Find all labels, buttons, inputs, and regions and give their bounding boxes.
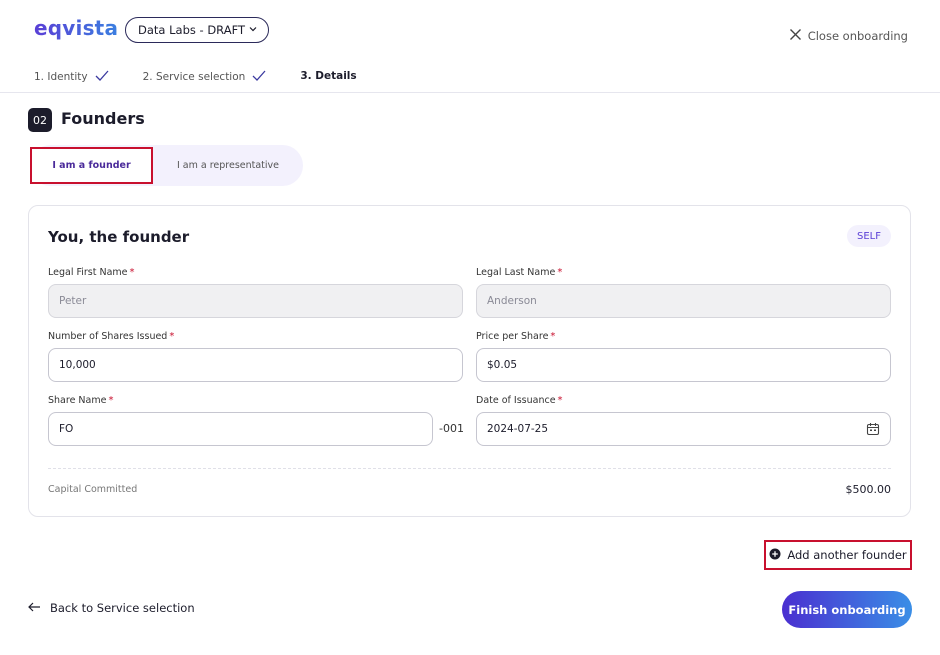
chevron-down-icon bbox=[248, 23, 258, 37]
capital-committed-value: $500.00 bbox=[845, 483, 892, 496]
section-number-badge: 02 bbox=[28, 108, 52, 132]
back-button[interactable]: Back to Service selection bbox=[28, 601, 195, 615]
share-name-label: Share Name * bbox=[48, 395, 114, 406]
share-name-value: FO bbox=[59, 423, 74, 435]
shares-field[interactable]: 10,000 bbox=[48, 348, 463, 382]
step-details[interactable]: 3. Details bbox=[294, 66, 363, 93]
share-name-suffix: -001 bbox=[439, 422, 464, 435]
last-name-field[interactable]: Anderson bbox=[476, 284, 891, 318]
step-identity[interactable]: 1. Identity bbox=[34, 66, 109, 93]
first-name-label: Legal First Name * bbox=[48, 267, 135, 278]
representative-option[interactable]: I am a representative bbox=[153, 145, 303, 186]
step-label: 3. Details bbox=[300, 70, 357, 82]
date-value: 2024-07-25 bbox=[487, 423, 549, 435]
company-select-value: Data Labs - DRAFT bbox=[138, 23, 246, 37]
step-label: 1. Identity bbox=[34, 70, 88, 83]
first-name-value: Peter bbox=[59, 295, 87, 307]
close-onboarding-label: Close onboarding bbox=[807, 29, 908, 43]
shares-value: 10,000 bbox=[59, 359, 96, 371]
close-icon bbox=[789, 28, 802, 44]
card-title: You, the founder bbox=[48, 228, 190, 246]
share-name-field[interactable]: FO bbox=[48, 412, 433, 446]
add-founder-button[interactable]: Add another founder bbox=[764, 540, 912, 570]
price-field[interactable]: $0.05 bbox=[476, 348, 891, 382]
step-label: 2. Service selection bbox=[142, 70, 246, 83]
close-onboarding-button[interactable]: Close onboarding bbox=[789, 28, 908, 44]
back-label: Back to Service selection bbox=[50, 601, 195, 615]
role-toggle: I am a founder I am a representative bbox=[30, 145, 303, 186]
last-name-label: Legal Last Name * bbox=[476, 267, 563, 278]
founder-card: You, the founder SELF Legal First Name * … bbox=[28, 205, 911, 517]
header-divider bbox=[0, 92, 940, 93]
checkmark-icon bbox=[95, 70, 109, 84]
last-name-value: Anderson bbox=[487, 295, 537, 307]
finish-onboarding-button[interactable]: Finish onboarding bbox=[782, 591, 912, 628]
stepper: 1. Identity 2. Service selection 3. Deta… bbox=[34, 66, 397, 93]
first-name-field[interactable]: Peter bbox=[48, 284, 463, 318]
shares-label: Number of Shares Issued * bbox=[48, 331, 175, 342]
self-badge: SELF bbox=[847, 225, 891, 247]
founder-option[interactable]: I am a founder bbox=[30, 147, 153, 184]
capital-committed-label: Capital Committed bbox=[48, 484, 138, 495]
arrow-left-icon bbox=[28, 601, 41, 615]
checkmark-icon bbox=[252, 70, 266, 84]
card-divider bbox=[48, 468, 891, 469]
calendar-icon[interactable] bbox=[866, 422, 880, 436]
company-select[interactable]: Data Labs - DRAFT bbox=[125, 17, 269, 43]
price-label: Price per Share * bbox=[476, 331, 556, 342]
eqvista-logo: eqvista bbox=[34, 16, 119, 40]
date-field[interactable]: 2024-07-25 bbox=[476, 412, 891, 446]
plus-circle-icon bbox=[769, 548, 781, 563]
section-title: Founders bbox=[61, 109, 145, 128]
add-founder-label: Add another founder bbox=[787, 548, 907, 562]
step-service-selection[interactable]: 2. Service selection bbox=[143, 66, 267, 93]
date-label: Date of Issuance * bbox=[476, 395, 563, 406]
price-value: $0.05 bbox=[487, 359, 518, 371]
